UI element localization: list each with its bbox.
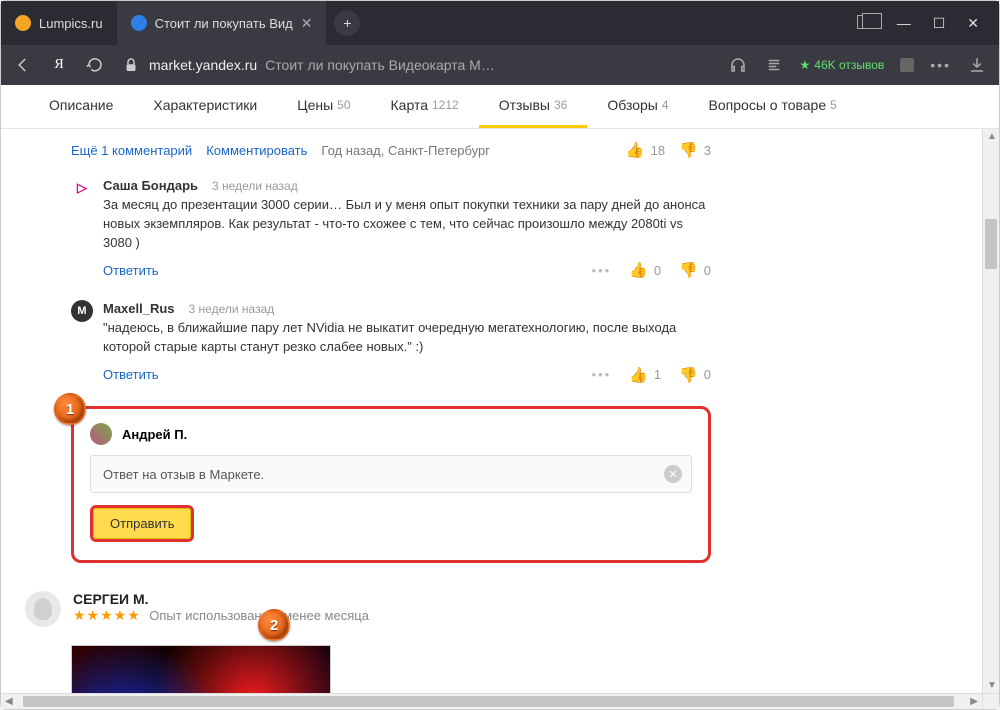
scroll-left-icon[interactable]: ◀ — [5, 696, 13, 707]
tab-questions[interactable]: Вопросы о товаре5 — [689, 85, 857, 128]
page-content: Ещё 1 комментарий Комментировать Год наз… — [1, 129, 999, 695]
comment-username[interactable]: Саша Бондарь — [103, 177, 198, 196]
scrollbar-thumb[interactable] — [23, 696, 954, 707]
thumb-down-icon[interactable]: 👎 — [679, 141, 698, 159]
tab-prices[interactable]: Цены50 — [277, 85, 370, 128]
product-tabs: Описание Характеристики Цены50 Карта1212… — [1, 85, 999, 129]
favicon-icon — [15, 15, 31, 31]
more-icon[interactable]: ••• — [930, 57, 951, 73]
headphones-icon[interactable] — [728, 56, 748, 74]
review-item: СЕРГЕИ М. ★★★★★ Опыт использования: мене… — [71, 591, 711, 627]
browser-tab-active[interactable]: Стоит ли покупать Вид ✕ — [117, 1, 327, 45]
send-button[interactable]: Отправить — [93, 508, 191, 539]
comment-date: 3 недели назад — [189, 301, 275, 318]
more-comments-link[interactable]: Ещё 1 комментарий — [71, 143, 192, 158]
more-icon[interactable]: ••• — [592, 262, 612, 281]
tab-title: Стоит ли покупать Вид — [155, 16, 293, 31]
reader-icon[interactable] — [764, 56, 784, 74]
reply-link[interactable]: Ответить — [103, 262, 159, 281]
thumb-down-icon[interactable]: 👎 — [679, 365, 698, 387]
back-button[interactable] — [13, 56, 33, 74]
like-count: 18 — [651, 143, 665, 158]
close-icon[interactable]: ✕ — [301, 15, 313, 32]
address-bar: Я market.yandex.ru Стоит ли покупать Вид… — [1, 45, 999, 85]
tab-overviews[interactable]: Обзоры4 — [587, 85, 688, 128]
star-rating-icon: ★★★★★ — [73, 607, 141, 623]
tab-map[interactable]: Карта1212 — [371, 85, 479, 128]
more-icon[interactable]: ••• — [592, 366, 612, 385]
reply-input[interactable] — [90, 455, 692, 493]
comment-text: "надеюсь, в ближайшие пару лет NVidia не… — [103, 319, 711, 357]
scrollbar-corner — [982, 693, 999, 709]
comment-username[interactable]: Maxell_Rus — [103, 300, 175, 319]
avatar: ▷ — [71, 177, 93, 199]
lock-icon — [121, 56, 141, 74]
url-display[interactable]: market.yandex.ru Стоит ли покупать Видео… — [121, 56, 495, 74]
thumb-up-icon[interactable]: 👍 — [629, 260, 648, 282]
tab-description[interactable]: Описание — [29, 85, 133, 128]
rating-badge[interactable]: 46K отзывов — [800, 58, 885, 72]
bookmark-icon[interactable] — [900, 58, 914, 72]
reply-box-highlight: 1 Андрей П. ✕ Отправить 2 — [71, 406, 711, 563]
clear-input-icon[interactable]: ✕ — [664, 465, 682, 483]
browser-tab-inactive[interactable]: Lumpics.ru — [1, 1, 117, 45]
thumb-up-icon[interactable]: 👍 — [629, 365, 648, 387]
yandex-icon[interactable]: Я — [49, 57, 69, 73]
like-count: 1 — [654, 366, 661, 385]
thumb-down-icon[interactable]: 👎 — [679, 260, 698, 282]
url-domain: market.yandex.ru — [149, 57, 257, 73]
url-path: Стоит ли покупать Видеокарта M… — [265, 57, 495, 73]
reply-username: Андрей П. — [122, 427, 187, 442]
horizontal-scrollbar[interactable]: ◀ ▶ — [1, 693, 982, 709]
avatar — [25, 591, 61, 627]
reply-link[interactable]: Ответить — [103, 366, 159, 385]
scroll-up-icon[interactable]: ▲ — [987, 131, 997, 142]
dislike-count: 3 — [704, 143, 711, 158]
vertical-scrollbar[interactable]: ▲ ▼ — [982, 129, 999, 693]
favicon-icon — [131, 15, 147, 31]
scroll-right-icon[interactable]: ▶ — [970, 696, 978, 707]
annotation-marker: 2 — [258, 609, 290, 641]
like-count: 0 — [654, 262, 661, 281]
maximize-button[interactable]: ☐ — [933, 15, 946, 32]
tab-reviews[interactable]: Отзывы36 — [479, 85, 588, 128]
thumb-up-icon[interactable]: 👍 — [626, 141, 645, 159]
close-window-button[interactable]: ✕ — [967, 15, 979, 32]
dislike-count: 0 — [704, 366, 711, 385]
window-titlebar: Lumpics.ru Стоит ли покупать Вид ✕ + — ☐… — [1, 1, 999, 45]
panes-icon[interactable] — [857, 15, 875, 29]
avatar: M — [71, 300, 93, 322]
minimize-button[interactable]: — — [897, 15, 911, 32]
scrollbar-thumb[interactable] — [985, 219, 997, 269]
new-tab-button[interactable]: + — [334, 10, 360, 36]
downloads-icon[interactable] — [967, 56, 987, 74]
reload-button[interactable] — [85, 56, 105, 74]
comment-item: M Maxell_Rus 3 недели назад "надеюсь, в … — [71, 300, 711, 386]
comment-text: За месяц до презентации 3000 серии… Был … — [103, 196, 711, 253]
avatar — [90, 423, 112, 445]
annotation-marker: 1 — [54, 393, 86, 425]
tab-title: Lumpics.ru — [39, 16, 103, 31]
review-photo[interactable] — [71, 645, 331, 695]
review-meta: Год назад, Санкт-Петербург — [321, 143, 490, 158]
tab-specs[interactable]: Характеристики — [133, 85, 277, 128]
comment-item: ▷ Саша Бондарь 3 недели назад За месяц д… — [71, 177, 711, 282]
comment-date: 3 недели назад — [212, 178, 298, 195]
review-topline: Ещё 1 комментарий Комментировать Год наз… — [71, 141, 711, 159]
review-username[interactable]: СЕРГЕИ М. — [73, 591, 369, 607]
dislike-count: 0 — [704, 262, 711, 281]
add-comment-link[interactable]: Комментировать — [206, 143, 307, 158]
scroll-down-icon[interactable]: ▼ — [987, 680, 997, 691]
